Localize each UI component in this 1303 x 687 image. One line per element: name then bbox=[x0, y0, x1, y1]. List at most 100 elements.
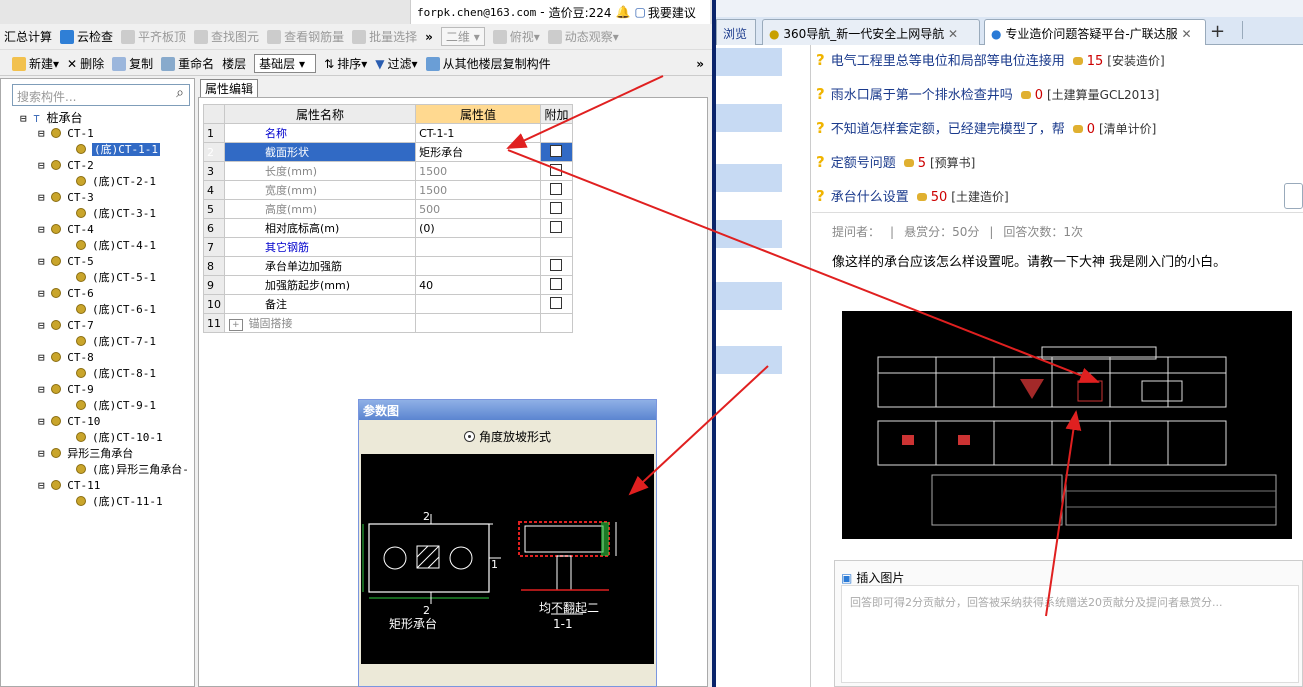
cloud-check-button[interactable]: 云检查 bbox=[56, 26, 117, 48]
tree-child-node[interactable]: (底)CT-11-1 bbox=[76, 494, 163, 510]
tree-child-node[interactable]: (底)CT-6-1 bbox=[76, 302, 156, 318]
orbit-button[interactable]: 动态观察 ▾ bbox=[544, 26, 623, 48]
question-category[interactable]: [清单计价] bbox=[1099, 122, 1156, 136]
copy-from-floor-button[interactable]: 从其他楼层复制构件 bbox=[422, 53, 555, 75]
filter-button[interactable]: ▼ 过滤 ▾ bbox=[371, 53, 421, 75]
tree-node[interactable]: ⊟ CT-10 bbox=[38, 414, 100, 430]
question-category[interactable]: [安装造价] bbox=[1107, 54, 1164, 68]
property-value[interactable] bbox=[415, 237, 541, 257]
extra-checkbox[interactable] bbox=[550, 201, 563, 214]
tree-node[interactable]: ⊟ CT-8 bbox=[38, 350, 94, 366]
property-value[interactable]: 500 bbox=[415, 199, 541, 219]
collapse-icon[interactable]: ⊟ bbox=[38, 351, 45, 364]
tab-property-edit[interactable]: 属性编辑 bbox=[200, 79, 258, 97]
collapse-icon[interactable]: ⊟ bbox=[38, 223, 45, 236]
tree-node[interactable]: ⊟ CT-6 bbox=[38, 286, 94, 302]
property-row[interactable]: 6 相对底标高(m) (0) bbox=[203, 218, 574, 238]
insert-image-button[interactable]: ▣ 插入图片 bbox=[841, 569, 904, 586]
top-view-button[interactable]: 俯视 ▾ bbox=[489, 26, 544, 48]
expand-icon[interactable]: + bbox=[229, 319, 243, 331]
collapse-icon[interactable]: ⊟ bbox=[38, 319, 45, 332]
tree-child-node[interactable]: (底)CT-2-1 bbox=[76, 174, 156, 190]
property-value[interactable] bbox=[415, 294, 541, 314]
property-value[interactable] bbox=[415, 313, 541, 333]
question-item[interactable]: ? 雨水口属于第一个排水检查井吗 0 [土建算量GCL2013] bbox=[816, 84, 1159, 103]
collapse-icon[interactable]: ⊟ bbox=[38, 479, 45, 492]
close-icon[interactable]: ✕ bbox=[948, 27, 958, 41]
copy-button[interactable]: 复制 bbox=[108, 53, 157, 75]
new-button[interactable]: 新建 ▾ bbox=[0, 53, 63, 75]
property-row[interactable]: 9 加强筋起步(mm) 40 bbox=[203, 275, 574, 295]
property-value[interactable]: 1500 bbox=[415, 161, 541, 181]
property-value[interactable]: CT-1-1 bbox=[415, 123, 541, 143]
property-row[interactable]: 5 高度(mm) 500 bbox=[203, 199, 574, 219]
align-slab-top-button[interactable]: 平齐板顶 bbox=[117, 26, 190, 48]
scroll-button[interactable] bbox=[1284, 183, 1303, 209]
collapse-icon[interactable]: ⊟ bbox=[38, 415, 45, 428]
answer-textarea[interactable]: 回答即可得2分贡献分，回答被采纳获得系统赠送20贡献分及提问者悬赏分... bbox=[841, 585, 1299, 683]
tree-node[interactable]: ⊟ CT-3 bbox=[38, 190, 94, 206]
tree-child-node[interactable]: (底)CT-1-1 bbox=[76, 142, 160, 158]
question-item[interactable]: ? 承台什么设置 50 [土建造价] bbox=[816, 186, 1009, 205]
property-row[interactable]: 4 宽度(mm) 1500 bbox=[203, 180, 574, 200]
extra-checkbox[interactable] bbox=[550, 144, 563, 157]
collapse-icon[interactable]: ⊟ bbox=[38, 191, 45, 204]
property-value[interactable]: (0) bbox=[415, 218, 541, 238]
tree-child-node[interactable]: (底)CT-8-1 bbox=[76, 366, 156, 382]
extra-checkbox[interactable] bbox=[550, 296, 563, 309]
browser-tab-1[interactable]: ● 360导航_新一代安全上网导航 ✕ bbox=[762, 19, 980, 45]
question-title[interactable]: 电气工程里总等电位和局部等电位连接用 bbox=[831, 54, 1065, 69]
question-category[interactable]: [土建算量GCL2013] bbox=[1047, 88, 1159, 102]
tree-child-node[interactable]: (底)CT-9-1 bbox=[76, 398, 156, 414]
question-title[interactable]: 不知道怎样套定额，已经建完模型了，帮 bbox=[831, 122, 1065, 137]
property-row[interactable]: 8 承台单边加强筋 bbox=[203, 256, 574, 276]
close-icon[interactable]: ✕ bbox=[1181, 27, 1191, 41]
question-title[interactable]: 定额号问题 bbox=[831, 156, 896, 171]
property-value[interactable]: 1500 bbox=[415, 180, 541, 200]
view-rebar-button[interactable]: 查看钢筋量 bbox=[263, 26, 348, 48]
tree-child-node[interactable]: (底)CT-7-1 bbox=[76, 334, 156, 350]
angle-slope-radio[interactable]: 角度放坡形式 bbox=[359, 428, 656, 445]
tree-node[interactable]: ⊟ CT-7 bbox=[38, 318, 94, 334]
extra-checkbox[interactable] bbox=[550, 182, 563, 195]
tree-child-node[interactable]: (底)异形三角承台- bbox=[76, 462, 189, 478]
question-item[interactable]: ? 不知道怎样套定额，已经建完模型了，帮 0 [清单计价] bbox=[816, 118, 1156, 137]
tree-child-node[interactable]: (底)CT-3-1 bbox=[76, 206, 156, 222]
cad-drawing-image[interactable] bbox=[842, 311, 1292, 539]
floor-select[interactable]: 基础层 ▾ bbox=[250, 53, 320, 75]
browser-tab-2[interactable]: ● 专业造价问题答疑平台-广联达服 ✕ bbox=[984, 19, 1206, 45]
new-tab-icon[interactable]: + bbox=[1210, 21, 1225, 42]
collapse-icon[interactable]: ⊟ bbox=[38, 287, 45, 300]
collapse-icon[interactable]: ⊟ bbox=[38, 255, 45, 268]
tree-node[interactable]: ⊟ 异形三角承台 bbox=[38, 446, 133, 462]
property-row[interactable]: 10 备注 bbox=[203, 294, 574, 314]
tree-child-node[interactable]: (底)CT-4-1 bbox=[76, 238, 156, 254]
extra-checkbox[interactable] bbox=[550, 277, 563, 290]
extra-checkbox[interactable] bbox=[550, 163, 563, 176]
tree-node[interactable]: ⊟ CT-5 bbox=[38, 254, 94, 270]
tree-node[interactable]: ⊟ CT-9 bbox=[38, 382, 94, 398]
property-row[interactable]: 11 + 锚固搭接 bbox=[203, 313, 574, 333]
summary-calc-button[interactable]: 汇总计算 bbox=[0, 26, 56, 48]
question-item[interactable]: ? 电气工程里总等电位和局部等电位连接用 15 [安装造价] bbox=[816, 50, 1165, 69]
toolbar-overflow-icon[interactable]: » bbox=[421, 26, 437, 48]
browser-tab-0[interactable]: 浏览 bbox=[716, 19, 756, 45]
question-item[interactable]: ? 定额号问题 5 [预算书] bbox=[816, 152, 975, 171]
tree-child-node[interactable]: (底)CT-10-1 bbox=[76, 430, 163, 446]
question-category[interactable]: [土建造价] bbox=[951, 190, 1008, 204]
collapse-icon[interactable]: ⊟ bbox=[38, 447, 45, 460]
question-title[interactable]: 雨水口属于第一个排水检查井吗 bbox=[831, 88, 1013, 103]
property-row[interactable]: 3 长度(mm) 1500 bbox=[203, 161, 574, 181]
suggest-link[interactable]: 我要建议 bbox=[648, 4, 696, 21]
search-icon[interactable]: ⌕ bbox=[170, 85, 190, 105]
property-value[interactable] bbox=[415, 256, 541, 276]
tree-node[interactable]: ⊟ CT-11 bbox=[38, 478, 100, 494]
collapse-icon[interactable]: ⊟ bbox=[38, 159, 45, 172]
property-value[interactable]: 40 bbox=[415, 275, 541, 295]
component-search-input[interactable]: 搜索构件... bbox=[12, 84, 190, 106]
rename-button[interactable]: 重命名 bbox=[157, 53, 218, 75]
question-title[interactable]: 承台什么设置 bbox=[831, 190, 909, 205]
tree-child-node[interactable]: (底)CT-5-1 bbox=[76, 270, 156, 286]
find-element-button[interactable]: 查找图元 bbox=[190, 26, 263, 48]
tree-node[interactable]: ⊟ CT-2 bbox=[38, 158, 94, 174]
